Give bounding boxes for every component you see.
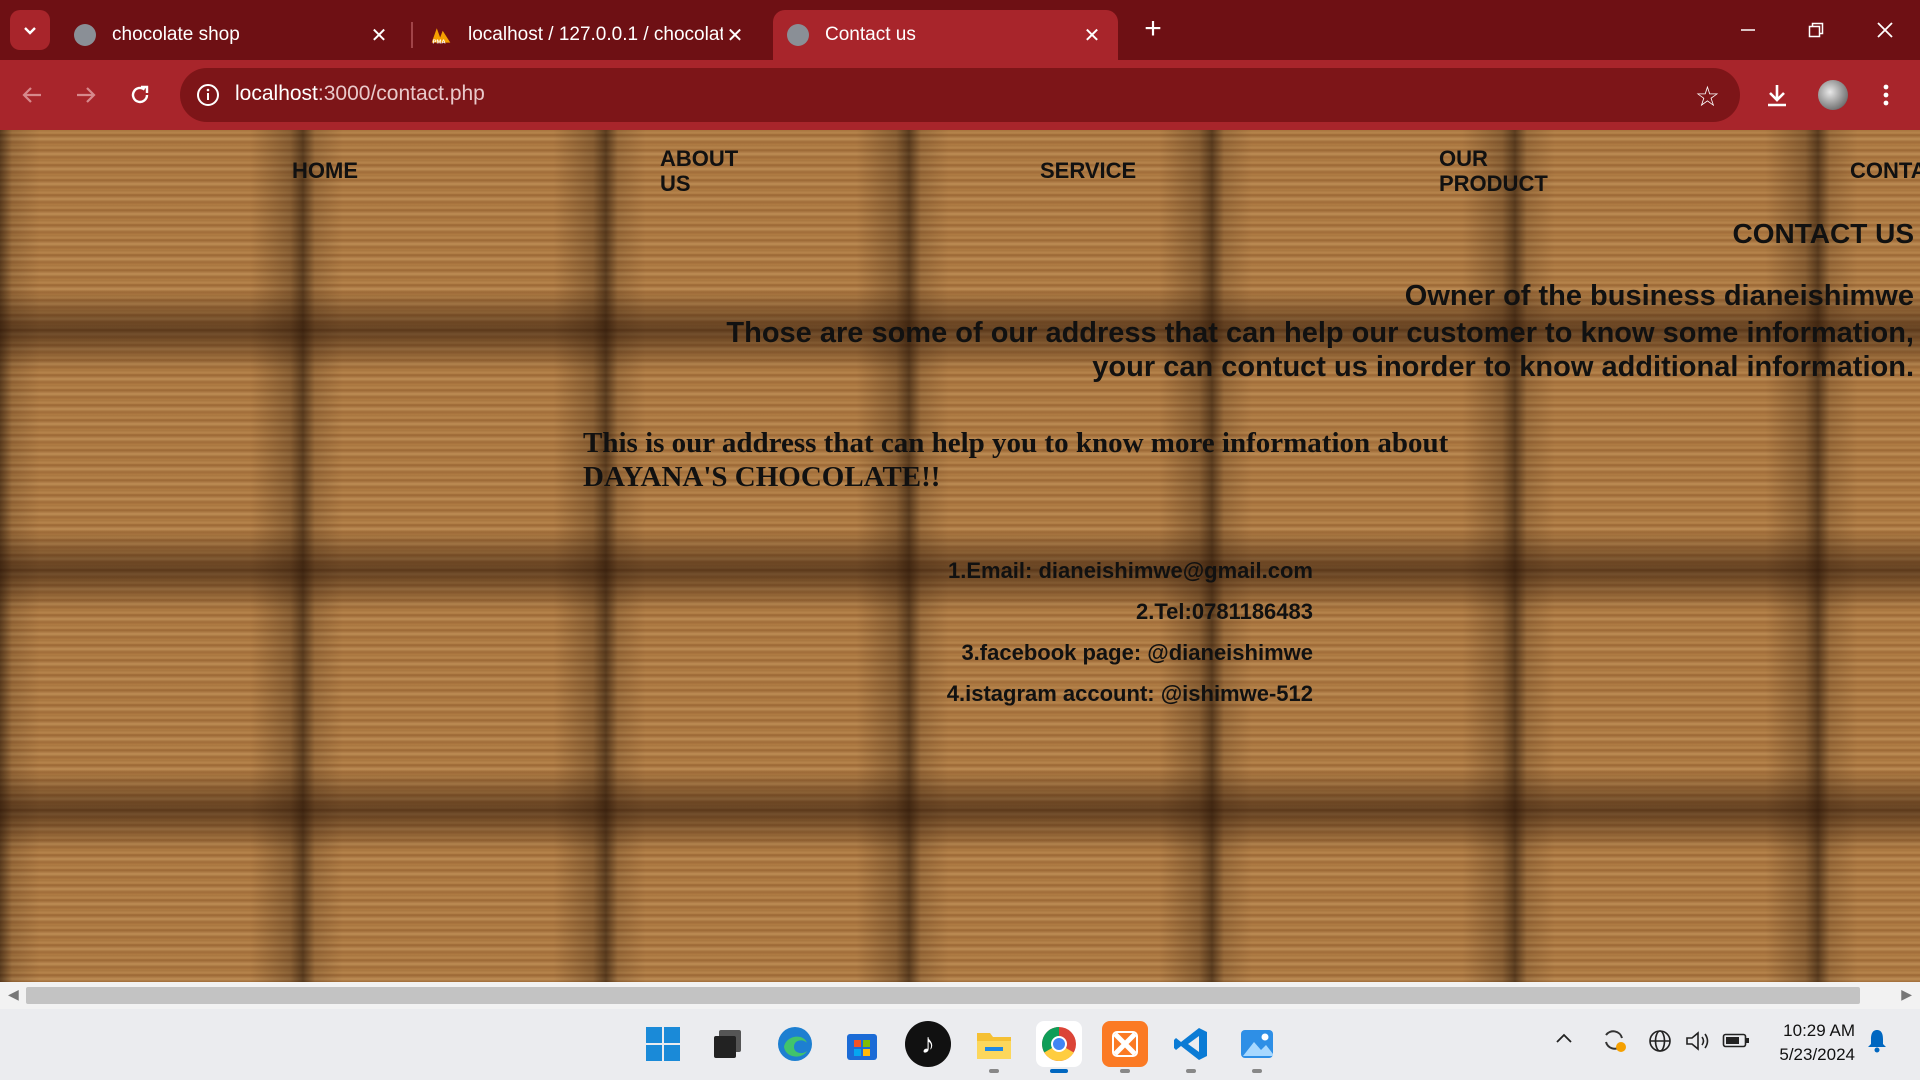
page-title: CONTACT US	[1732, 218, 1914, 249]
contact-email: 1.Email: dianeishimwe@gmail.com	[947, 558, 1313, 583]
show-hidden-icons-chevron-up-icon[interactable]	[1554, 1029, 1574, 1055]
arrow-left-icon	[22, 87, 41, 103]
globe-icon	[787, 24, 809, 46]
windows-start-icon[interactable]	[640, 1021, 686, 1067]
close-icon[interactable]: ✕	[1080, 23, 1104, 48]
arrow-right-icon	[77, 87, 96, 103]
taskbar: ♪ 10:29 AM 5/23/2024	[0, 1009, 1920, 1080]
scrollbar-thumb[interactable]	[26, 987, 1860, 1004]
address-bar[interactable]: localhost:3000/contact.php ☆	[180, 68, 1740, 122]
chrome-icon[interactable]	[1036, 1021, 1082, 1073]
contact-facebook: 3.facebook page: @dianeishimwe	[961, 640, 1313, 665]
task-view-icon[interactable]	[705, 1021, 751, 1067]
running-indicator	[1120, 1069, 1130, 1073]
tab-strip: chocolate shop ✕ PMA localhost / 127.0.0…	[0, 0, 1920, 60]
reload-button[interactable]	[118, 73, 162, 117]
back-button[interactable]	[10, 73, 54, 117]
tab-contact-us[interactable]: Contact us ✕	[773, 10, 1118, 60]
url-host: localhost	[235, 82, 318, 105]
tab-phpmyadmin[interactable]: PMA localhost / 127.0.0.1 / chocolate ✕	[416, 10, 761, 60]
address-intro: This is our address that can help you to…	[583, 426, 1483, 494]
restore-button[interactable]	[1786, 10, 1846, 50]
intro-line: your can contuct us inorder to know addi…	[1092, 351, 1914, 383]
nav-service[interactable]: SERVICE	[1040, 158, 1136, 183]
horizontal-scrollbar[interactable]: ◀ ▶	[0, 982, 1920, 1009]
intro-line: Those are some of our address that can h…	[726, 317, 1914, 349]
url-text[interactable]: localhost:3000/contact.php	[235, 82, 485, 106]
close-window-button[interactable]	[1855, 10, 1915, 50]
nav-contact[interactable]: CONTA	[1850, 158, 1920, 183]
battery-icon[interactable]	[1722, 1029, 1750, 1057]
download-button[interactable]	[1755, 73, 1799, 117]
tab-search-button[interactable]	[10, 10, 50, 50]
contact-instagram: 4.istagram account: @ishimwe-512	[946, 681, 1313, 706]
nav-our-product[interactable]: OUR PRODUCT	[1439, 146, 1559, 196]
clock-time: 10:29 AM	[1783, 1021, 1855, 1040]
sync-icon[interactable]	[1600, 1026, 1628, 1060]
tab-divider	[411, 22, 413, 48]
clock-date: 5/23/2024	[1779, 1045, 1855, 1064]
tab-title: chocolate shop	[112, 24, 240, 45]
scroll-right-arrow-icon[interactable]: ▶	[1901, 986, 1912, 1003]
address-intro-line: DAYANA'S CHOCOLATE!!	[583, 461, 941, 493]
forward-button[interactable]	[64, 73, 108, 117]
owner-line: Owner of the business dianeishimwe	[1404, 280, 1914, 312]
edge-icon[interactable]	[772, 1021, 818, 1067]
page-content: HOME ABOUT US SERVICE OUR PRODUCT CONTA …	[0, 130, 1920, 982]
chevron-down-icon	[24, 27, 36, 35]
download-icon	[1768, 85, 1786, 107]
site-info-icon[interactable]	[194, 81, 222, 109]
address-intro-line: This is our address that can help you to…	[583, 427, 1449, 459]
svg-text:PMA: PMA	[433, 39, 447, 45]
new-tab-button[interactable]: +	[1138, 14, 1168, 44]
tab-chocolate-shop[interactable]: chocolate shop ✕	[60, 10, 405, 60]
contact-phone: 2.Tel:0781186483	[1136, 599, 1313, 624]
nav-about-us[interactable]: ABOUT US	[660, 146, 750, 196]
nav-home[interactable]: HOME	[292, 158, 358, 183]
site-nav: HOME ABOUT US SERVICE OUR PRODUCT CONTA	[0, 130, 1920, 210]
photos-icon[interactable]	[1234, 1021, 1280, 1073]
running-indicator	[989, 1069, 999, 1073]
close-icon[interactable]: ✕	[723, 23, 747, 48]
globe-icon	[74, 24, 96, 46]
tab-title: Contact us	[825, 24, 916, 45]
tiktok-icon[interactable]: ♪	[905, 1021, 951, 1067]
contact-list: 1.Email: dianeishimwe@gmail.com 2.Tel:07…	[880, 550, 1313, 714]
system-clock[interactable]: 10:29 AM 5/23/2024	[1755, 1019, 1855, 1067]
notification-bell-icon[interactable]	[1866, 1027, 1888, 1059]
reload-icon	[131, 85, 149, 104]
profile-button[interactable]	[1811, 73, 1855, 117]
restore-icon	[1808, 22, 1824, 38]
running-indicator	[1252, 1069, 1262, 1073]
volume-icon[interactable]	[1685, 1029, 1711, 1059]
scroll-left-arrow-icon[interactable]: ◀	[8, 986, 19, 1003]
running-indicator	[1186, 1069, 1196, 1073]
close-icon	[1877, 22, 1893, 38]
tab-title: localhost / 127.0.0.1 / chocolate	[468, 24, 723, 45]
more-vertical-icon	[1883, 84, 1889, 106]
intro-paragraph: Those are some of our address that can h…	[614, 316, 1914, 384]
file-explorer-icon[interactable]	[971, 1021, 1017, 1073]
url-path: :3000/contact.php	[317, 82, 485, 105]
store-icon[interactable]	[839, 1021, 885, 1067]
menu-button[interactable]	[1864, 73, 1908, 117]
vscode-icon[interactable]	[1168, 1021, 1214, 1073]
network-globe-icon[interactable]	[1648, 1029, 1672, 1059]
phpmyadmin-icon: PMA	[430, 24, 452, 46]
close-icon[interactable]: ✕	[367, 23, 391, 48]
minimize-button[interactable]	[1718, 10, 1778, 50]
avatar	[1818, 80, 1848, 110]
minimize-icon	[1741, 29, 1755, 31]
xampp-icon[interactable]	[1102, 1021, 1148, 1073]
bookmark-star-icon[interactable]: ☆	[1695, 80, 1720, 113]
browser-toolbar: localhost:3000/contact.php ☆	[0, 60, 1920, 130]
active-indicator	[1050, 1069, 1068, 1073]
